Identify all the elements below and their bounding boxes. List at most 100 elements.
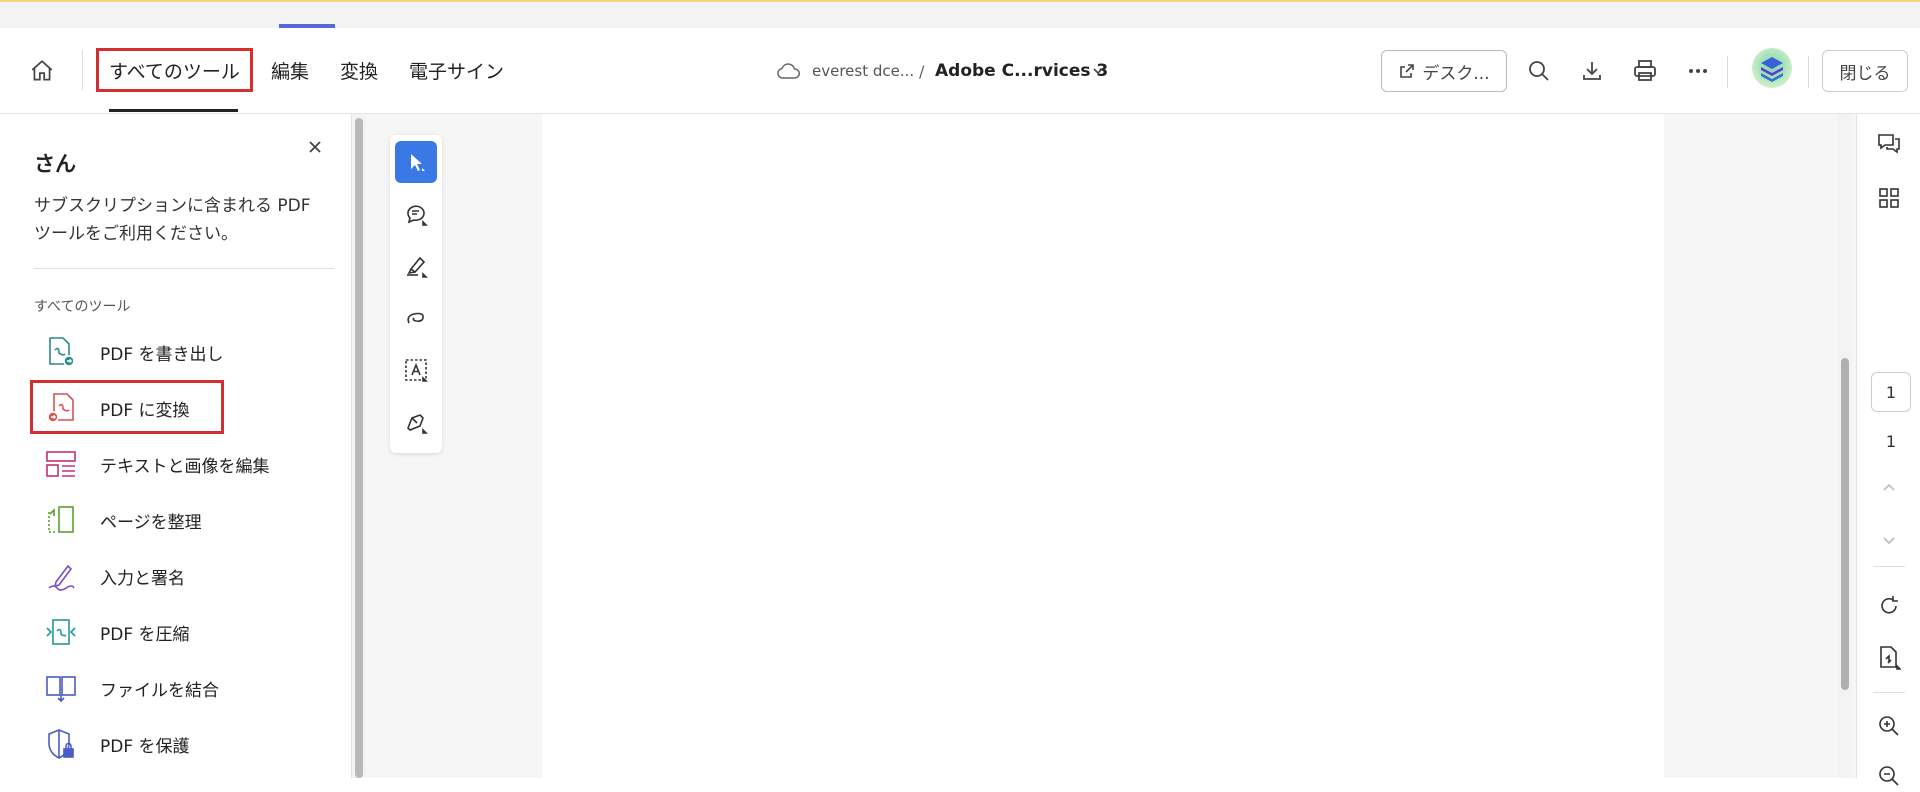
tool-label: ファイルを結合: [100, 680, 219, 701]
more-horizontal-icon: [1689, 69, 1707, 73]
next-page-button[interactable]: [1873, 524, 1905, 556]
grid-icon: [1879, 188, 1899, 208]
tool-export-pdf[interactable]: PDF を書き出し: [44, 332, 224, 372]
cloud-icon: [775, 56, 801, 86]
total-pages: 1: [1885, 432, 1897, 451]
section-label: すべてのツール: [34, 299, 131, 315]
highlight-tool-button[interactable]: [395, 245, 437, 287]
current-page-number: 1: [1885, 382, 1897, 402]
tool-fill-sign[interactable]: 入力と署名: [44, 556, 185, 596]
comments-panel-button[interactable]: [1873, 128, 1905, 160]
scrollbar-thumb[interactable]: [1841, 358, 1849, 690]
rotate-icon: [1881, 596, 1898, 614]
app-header: すべてのツール 編集 変換 電子サイン everest dce... / Ado…: [0, 28, 1920, 114]
tool-label: PDF を保護: [100, 736, 190, 757]
zoom-out-icon: [1879, 766, 1899, 786]
text-box-tool-button[interactable]: [395, 349, 437, 391]
rotate-button[interactable]: [1873, 590, 1905, 622]
freehand-draw-icon: [407, 312, 424, 324]
tab-convert-label: 変換: [340, 60, 379, 83]
nav-divider: [82, 50, 83, 90]
search-button[interactable]: [1521, 53, 1557, 89]
text-box-icon: [405, 359, 428, 382]
zoom-in-button[interactable]: [1873, 710, 1905, 742]
open-in-desktop-button[interactable]: デスク...: [1381, 50, 1507, 92]
open-in-desktop-label: デスク...: [1422, 63, 1490, 84]
tab-all-tools[interactable]: すべてのツール: [96, 48, 253, 92]
active-tab-underline: [109, 109, 238, 112]
document-title[interactable]: Adobe C...rvices 3: [935, 56, 1108, 86]
tool-create-pdf[interactable]: PDF に変換: [44, 388, 190, 428]
more-options-button[interactable]: [1680, 53, 1716, 89]
scrollbar-thumb[interactable]: [355, 118, 363, 778]
home-icon: [31, 60, 53, 81]
tab-convert[interactable]: 変換: [340, 48, 378, 92]
combine-files-icon: [44, 671, 78, 705]
user-avatar-icon: [1761, 57, 1783, 82]
panel-description: サブスクリプションに含まれる PDF ツールをご利用ください。: [34, 196, 311, 244]
tool-organize-pages[interactable]: ページを整理: [44, 500, 202, 540]
breadcrumb-location[interactable]: everest dce...: [812, 56, 914, 86]
document-scrollbar[interactable]: [1838, 114, 1852, 778]
export-pdf-icon: [44, 335, 78, 369]
tool-label: PDF を圧縮: [100, 624, 190, 645]
fill-sign-icon: [44, 559, 78, 593]
page-tools-button[interactable]: [1873, 642, 1905, 674]
print-button[interactable]: [1627, 53, 1663, 89]
search-icon: [1529, 61, 1549, 81]
panel-divider: [34, 268, 334, 269]
tool-label: ページを整理: [100, 512, 202, 533]
protect-pdf-icon: [44, 727, 78, 761]
browser-top-strip: [0, 0, 1920, 28]
comment-tool-button[interactable]: [395, 193, 437, 235]
zoom-out-button[interactable]: [1873, 760, 1905, 792]
comment-icon: [407, 205, 428, 226]
tab-e-sign[interactable]: 電子サイン: [409, 48, 504, 92]
zoom-in-icon: [1879, 716, 1899, 736]
organize-pages-icon: [44, 503, 78, 537]
breadcrumb-separator: /: [919, 61, 925, 81]
chevron-up-icon: [1883, 483, 1895, 491]
close-icon: [309, 141, 321, 153]
left-panel-scrollbar[interactable]: [352, 114, 366, 778]
tab-all-tools-label: すべてのツール: [109, 60, 240, 83]
rail-divider: [1873, 566, 1905, 567]
avatar[interactable]: [1752, 48, 1792, 88]
create-pdf-icon: [44, 391, 78, 425]
right-rail: 1 1: [1856, 114, 1920, 786]
external-link-icon: [1400, 64, 1415, 78]
sign-tool-button[interactable]: [395, 401, 437, 443]
draw-tool-button[interactable]: [395, 297, 437, 339]
download-button[interactable]: [1574, 53, 1610, 89]
close-document-button[interactable]: 閉じる: [1822, 50, 1908, 92]
page-transform-icon: [1880, 646, 1901, 670]
tool-label: PDF に変換: [100, 400, 190, 421]
select-tool-button[interactable]: [395, 141, 437, 183]
tool-protect-pdf[interactable]: PDF を保護: [44, 724, 190, 764]
tab-edit[interactable]: 編集: [271, 48, 309, 92]
all-tools-panel: さん サブスクリプションに含まれる PDF ツールをご利用ください。 すべてのツ…: [0, 114, 352, 778]
panel-greeting: さん: [34, 152, 76, 176]
download-icon: [1583, 62, 1601, 80]
quick-tools-toolbar: [390, 135, 442, 453]
tab-e-sign-label: 電子サイン: [409, 60, 505, 83]
pen-sign-icon: [407, 414, 428, 434]
chevron-down-icon: [1883, 537, 1895, 545]
previous-page-button[interactable]: [1873, 472, 1905, 504]
cursor-arrow-icon: [411, 154, 425, 171]
thumbnails-button[interactable]: [1873, 182, 1905, 214]
tool-combine-files[interactable]: ファイルを結合: [44, 668, 219, 708]
current-page-input[interactable]: 1: [1871, 372, 1911, 412]
home-button[interactable]: [24, 53, 60, 89]
compress-pdf-icon: [44, 615, 78, 649]
chevron-down-icon[interactable]: [1090, 56, 1106, 86]
tool-label: 入力と署名: [100, 568, 185, 589]
tab-edit-label: 編集: [271, 60, 310, 83]
close-panel-button[interactable]: [304, 136, 326, 158]
tool-compress-pdf[interactable]: PDF を圧縮: [44, 612, 190, 652]
tool-edit-text-images[interactable]: テキストと画像を編集: [44, 444, 270, 484]
tool-label: テキストと画像を編集: [100, 456, 270, 477]
close-document-label: 閉じる: [1839, 63, 1891, 84]
comments-icon: [1878, 134, 1900, 154]
document-page[interactable]: [542, 114, 1664, 778]
